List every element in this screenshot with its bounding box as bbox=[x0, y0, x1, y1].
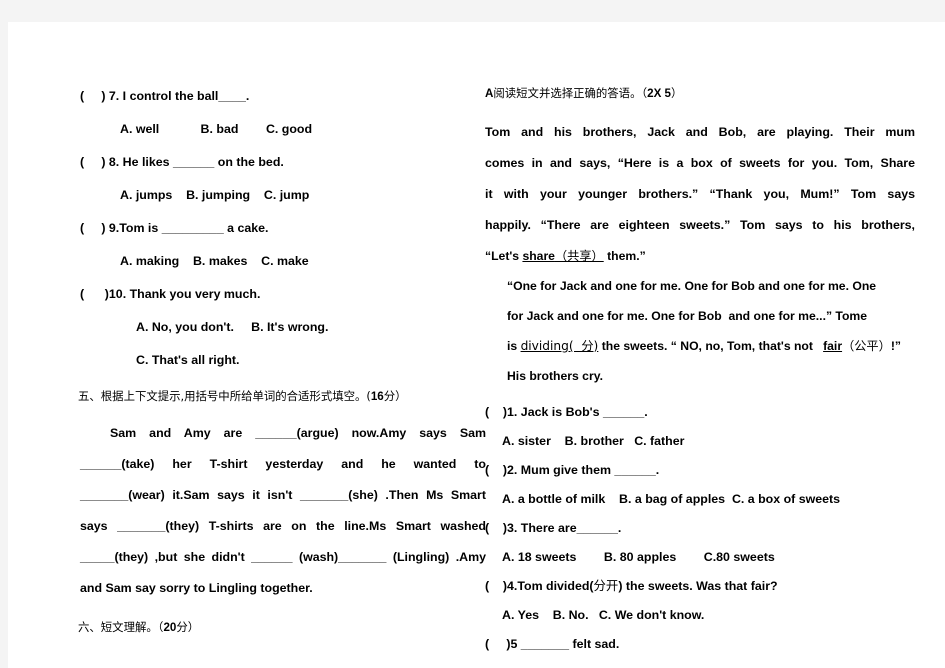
question-item: ( ) 9.Tom is _________ a cake. bbox=[80, 221, 269, 235]
section-six-label: 六、短文理解。（ bbox=[78, 620, 164, 634]
question-item: ( ) 7. I control the ball____. bbox=[80, 89, 250, 103]
dividing-before: is bbox=[507, 339, 521, 353]
cloze-line: and Sam say sorry to Lingling together. bbox=[80, 581, 313, 595]
fair-underlined-word: fair bbox=[823, 339, 843, 353]
section-six-score: 20 bbox=[163, 621, 177, 634]
reading-question-options: A. Yes B. No. C. We don't know. bbox=[502, 608, 705, 622]
section-heading-five: 五、根据上下文提示,用括号中所给单词的合适形式填空。(16分） bbox=[78, 381, 486, 412]
question-item: ( ) 8. He likes ______ on the bed. bbox=[80, 155, 284, 169]
share-underlined-gloss: （共享） bbox=[554, 249, 604, 263]
passage-line: comes in and says, “Here is a box of swe… bbox=[485, 156, 915, 170]
right-column: A阅读短文并选择正确的答语。（2X 5） Tom and his brother… bbox=[485, 22, 915, 659]
question-item: ( )10. Thank you very much. bbox=[80, 287, 261, 301]
part-a-suffix: ） bbox=[671, 86, 683, 100]
share-underlined-word: share bbox=[522, 249, 555, 263]
q4-gloss: 分开 bbox=[593, 578, 619, 593]
cloze-line: says _______(they) T-shirts are on the l… bbox=[80, 519, 486, 533]
passage-dividing-line: is dividing( 分) the sweets. “ NO, no, To… bbox=[485, 331, 915, 361]
share-line-after: them.” bbox=[603, 249, 646, 263]
reading-question-options: A. 18 sweets B. 80 apples C.80 sweets bbox=[502, 550, 775, 564]
passage-last-line: His brothers cry. bbox=[507, 369, 603, 383]
passage-line: “One for Jack and one for me. One for Bo… bbox=[507, 279, 877, 293]
passage-line: for Jack and one for me. One for Bob and… bbox=[507, 309, 868, 323]
section-six-suffix: 分） bbox=[176, 620, 200, 634]
cloze-line: _____(they) ,but she didn't ______ (wash… bbox=[80, 550, 486, 564]
section-five-label: 五、根据上下文提示,用括号中所给单词的合适形式填空。( bbox=[78, 389, 371, 403]
section-five-score: 16 bbox=[370, 390, 384, 403]
left-column: ( ) 7. I control the ball____. A. well B… bbox=[78, 22, 486, 643]
reading-question-item: ( )4.Tom divided(分开) the sweets. Was tha… bbox=[485, 571, 915, 601]
two-column-layout: ( ) 7. I control the ball____. A. well B… bbox=[8, 22, 945, 668]
reading-question-item: ( )3. There are______. bbox=[485, 521, 622, 535]
section-heading-six: 六、短文理解。（20分） bbox=[78, 612, 486, 643]
part-a-score: 2X 5 bbox=[647, 87, 672, 100]
part-a-heading: A阅读短文并选择正确的答语。（2X 5） bbox=[485, 78, 915, 109]
fair-gloss: （公平） bbox=[842, 339, 891, 353]
reading-question-options: A. sister B. brother C. father bbox=[502, 434, 685, 448]
section-five-suffix: 分） bbox=[383, 389, 407, 403]
part-a-label: 阅读短文并选择正确的答语。（ bbox=[493, 86, 648, 100]
worksheet-page: ( ) 7. I control the ball____. A. well B… bbox=[8, 22, 945, 668]
reading-question-options: A. a bottle of milk B. a bag of apples C… bbox=[502, 492, 841, 506]
question-options-continued: C. That's all right. bbox=[136, 353, 240, 367]
question-options: A. making B. makes C. make bbox=[120, 254, 309, 268]
passage-line: Tom and his brothers, Jack and Bob, are … bbox=[485, 125, 915, 139]
passage-line: happily. “There are eighteen sweets.” To… bbox=[485, 218, 915, 232]
cloze-line: ______(take) her T-shirt yesterday and h… bbox=[80, 457, 486, 471]
dividing-after: !” bbox=[890, 339, 901, 353]
dividing-middle: the sweets. “ NO, no, Tom, that's not bbox=[598, 339, 824, 353]
reading-question-item: ( )5 _______ felt sad. bbox=[485, 637, 620, 651]
cloze-line: _______(wear) it.Sam says it isn't _____… bbox=[80, 488, 486, 502]
cloze-line: Sam and Amy are ______(argue) now.Amy sa… bbox=[110, 426, 486, 440]
passage-line: it with your younger brothers.” “Thank y… bbox=[485, 187, 915, 201]
q4-stem-after: ) the sweets. Was that fair? bbox=[618, 579, 778, 593]
reading-question-item: ( )2. Mum give them ______. bbox=[485, 463, 660, 477]
question-options: A. well B. bad C. good bbox=[120, 122, 313, 136]
dividing-underlined-word: dividing( 分) bbox=[520, 339, 599, 353]
passage-share-line: “Let's share（共享） them.” bbox=[485, 241, 915, 271]
question-options: A. jumps B. jumping C. jump bbox=[120, 188, 310, 202]
question-options: A. No, you don't. B. It's wrong. bbox=[136, 320, 329, 334]
q4-stem-before: ( )4.Tom divided( bbox=[485, 579, 594, 593]
share-line-before: “Let's bbox=[485, 249, 523, 263]
reading-question-item: ( )1. Jack is Bob's ______. bbox=[485, 405, 648, 419]
